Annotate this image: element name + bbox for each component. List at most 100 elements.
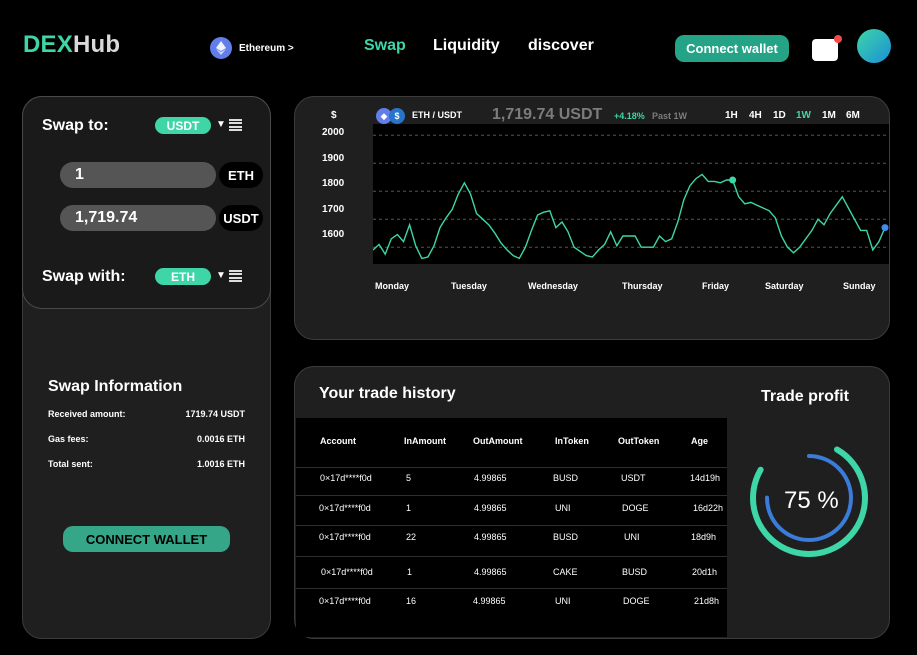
info-value: 1719.74 USDT bbox=[185, 409, 245, 419]
dollar-coin-icon: $ bbox=[389, 108, 405, 124]
cell-age: 20d1h bbox=[692, 567, 718, 577]
info-label: Received amount: bbox=[48, 409, 126, 419]
x-tick: Monday bbox=[375, 281, 410, 291]
nav-swap[interactable]: Swap bbox=[364, 37, 406, 55]
info-row-received: Received amount: 1719.74 USDT bbox=[48, 409, 245, 419]
token-list-icon[interactable] bbox=[229, 119, 242, 131]
cell-inamount: 16 bbox=[406, 596, 417, 606]
info-row-total: Total sent: 1.0016 ETH bbox=[48, 459, 245, 469]
amount-input-from[interactable]: 1 bbox=[60, 162, 216, 188]
y-tick: 1700 bbox=[322, 204, 345, 215]
y-tick: 1900 bbox=[322, 153, 345, 164]
unit-from[interactable]: ETH bbox=[219, 162, 263, 188]
column-header: OutAmount bbox=[473, 436, 523, 446]
y-tick: 1800 bbox=[322, 178, 345, 189]
cell-outamount: 4.99865 bbox=[473, 596, 506, 606]
cell-account: 0×17d****f0d bbox=[319, 532, 371, 542]
cell-inamount: 22 bbox=[406, 532, 417, 542]
cell-account: 0×17d****f0d bbox=[321, 567, 373, 577]
cell-intoken: CAKE bbox=[553, 567, 578, 577]
cell-outamount: 4.99865 bbox=[474, 473, 507, 483]
cell-inamount: 1 bbox=[407, 567, 413, 577]
timeframe-1d[interactable]: 1D bbox=[773, 110, 786, 121]
cell-account: 0×17d****f0d bbox=[319, 503, 371, 513]
info-label: Gas fees: bbox=[48, 434, 89, 444]
price-change: +4.18% bbox=[614, 111, 645, 121]
current-price: 1,719.74 USDT bbox=[492, 106, 603, 123]
cell-inamount: 1 bbox=[406, 503, 412, 513]
swap-to-token[interactable]: USDT bbox=[155, 117, 211, 134]
notification-dot bbox=[834, 35, 842, 43]
token-list-icon[interactable] bbox=[229, 270, 242, 282]
logo[interactable]: DEXHub bbox=[23, 31, 120, 59]
info-label: Total sent: bbox=[48, 459, 93, 469]
profit-value: 75 % bbox=[784, 487, 839, 514]
nav-discover[interactable]: discover bbox=[528, 37, 594, 55]
cell-account: 0×17d****f0d bbox=[320, 473, 372, 483]
logo-hub: Hub bbox=[72, 31, 121, 58]
row-divider bbox=[296, 495, 727, 496]
cell-intoken: BUSD bbox=[553, 532, 579, 542]
x-tick: Saturday bbox=[765, 281, 804, 291]
pair-label: ETH / USDT bbox=[412, 110, 463, 120]
price-marker[interactable] bbox=[729, 176, 737, 184]
column-header: Age bbox=[691, 436, 709, 446]
pair-icons: ◆ $ bbox=[376, 108, 406, 124]
x-tick: Thursday bbox=[622, 281, 663, 291]
connect-wallet-button[interactable]: Connect wallet bbox=[675, 35, 789, 62]
cell-outtoken: DOGE bbox=[622, 503, 649, 513]
timeframe-6m[interactable]: 6M bbox=[846, 110, 860, 121]
cell-intoken: UNI bbox=[555, 596, 571, 606]
cell-intoken: UNI bbox=[555, 503, 571, 513]
row-divider bbox=[296, 556, 727, 557]
timeframe-4h[interactable]: 4H bbox=[749, 110, 762, 121]
y-tick: 2000 bbox=[322, 127, 345, 138]
nav-liquidity[interactable]: Liquidity bbox=[433, 37, 500, 55]
cell-outamount: 4.99865 bbox=[474, 567, 507, 577]
swap-info-title: Swap Information bbox=[48, 378, 183, 395]
cell-age: 21d8h bbox=[694, 596, 720, 606]
price-period: Past 1W bbox=[652, 111, 688, 121]
timeframe-1m[interactable]: 1M bbox=[822, 110, 836, 121]
x-tick: Wednesday bbox=[528, 281, 578, 291]
ethereum-icon bbox=[210, 37, 232, 59]
column-header: InAmount bbox=[404, 436, 446, 446]
info-value: 0.0016 ETH bbox=[196, 434, 245, 444]
timeframe-1w[interactable]: 1W bbox=[796, 110, 811, 121]
swap-with-token[interactable]: ETH bbox=[155, 268, 211, 285]
price-chart bbox=[373, 134, 889, 260]
column-header: OutToken bbox=[618, 436, 660, 446]
network-selector[interactable]: Ethereum > bbox=[210, 37, 294, 59]
swap-to-label: Swap to: bbox=[42, 117, 109, 134]
price-line bbox=[373, 173, 886, 260]
chevron-down-icon[interactable]: ▼ bbox=[216, 119, 226, 130]
row-divider bbox=[296, 467, 727, 468]
y-axis-label: $ bbox=[331, 110, 337, 121]
timeframe-1h[interactable]: 1H bbox=[725, 110, 738, 121]
x-tick: Sunday bbox=[843, 281, 876, 291]
swap-with-label: Swap with: bbox=[42, 268, 126, 285]
x-tick: Friday bbox=[702, 281, 730, 291]
column-header: InToken bbox=[555, 436, 589, 446]
cell-inamount: 5 bbox=[406, 473, 412, 483]
chevron-down-icon[interactable]: ▼ bbox=[216, 270, 226, 281]
unit-to[interactable]: USDT bbox=[219, 205, 263, 231]
trade-history-title: Your trade history bbox=[319, 385, 456, 402]
cell-age: 18d9h bbox=[691, 532, 717, 542]
connect-wallet-main-button[interactable]: CONNECT WALLET bbox=[63, 526, 230, 552]
x-tick: Tuesday bbox=[451, 281, 487, 291]
info-value: 1.0016 ETH bbox=[196, 459, 245, 469]
cell-outtoken: USDT bbox=[621, 473, 646, 483]
cell-outtoken: DOGE bbox=[623, 596, 650, 606]
column-header: Account bbox=[320, 436, 356, 446]
cell-account: 0×17d****f0d bbox=[319, 596, 371, 606]
cell-intoken: BUSD bbox=[553, 473, 579, 483]
cell-age: 14d19h bbox=[690, 473, 721, 483]
notification-icon[interactable] bbox=[812, 35, 842, 61]
cell-outtoken: UNI bbox=[624, 532, 640, 542]
cell-outtoken: BUSD bbox=[622, 567, 648, 577]
current-price-marker[interactable] bbox=[881, 224, 889, 232]
cell-outamount: 4.99865 bbox=[474, 532, 507, 542]
amount-input-to[interactable]: 1,719.74 bbox=[60, 205, 216, 231]
avatar[interactable] bbox=[857, 29, 891, 63]
